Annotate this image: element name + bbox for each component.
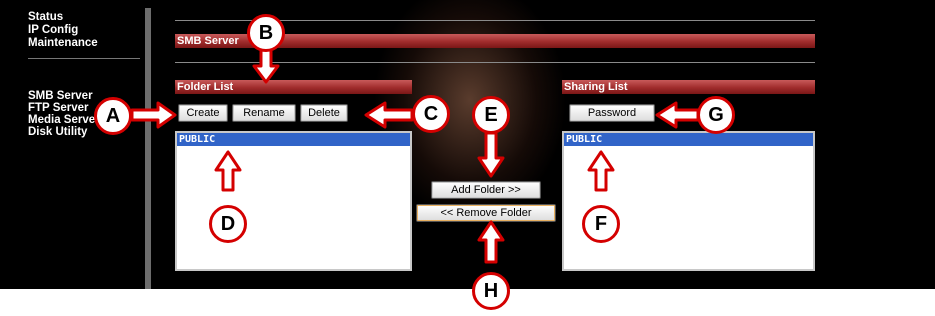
callout-e: E — [472, 96, 510, 134]
callout-g: G — [697, 96, 735, 134]
folder-list-header: Folder List — [175, 80, 412, 94]
section-divider — [175, 62, 815, 63]
left-nav: Status IP Config Maintenance SMB Server … — [0, 0, 146, 289]
nav-item-smb-server[interactable]: SMB Server — [28, 90, 93, 102]
rename-button[interactable]: Rename — [232, 104, 296, 122]
delete-button[interactable]: Delete — [300, 104, 348, 122]
callout-d: D — [209, 205, 247, 243]
folder-listbox[interactable]: PUBLIC — [175, 131, 412, 271]
nav-item-ip-config[interactable]: IP Config — [28, 24, 78, 36]
password-button[interactable]: Password — [569, 104, 655, 122]
sharing-listbox[interactable]: PUBLIC — [562, 131, 815, 271]
nav-item-disk-utility[interactable]: Disk Utility — [28, 126, 87, 138]
nas-admin-screen: Status IP Config Maintenance SMB Server … — [0, 0, 935, 289]
nav-separator-bar — [145, 8, 151, 289]
nav-item-status[interactable]: Status — [28, 11, 63, 23]
callout-a: A — [94, 97, 132, 135]
callout-f: F — [582, 205, 620, 243]
sharing-list-header: Sharing List — [562, 80, 815, 94]
folder-list-item-public[interactable]: PUBLIC — [177, 133, 410, 146]
callout-b: B — [247, 14, 285, 52]
nav-item-maintenance[interactable]: Maintenance — [28, 37, 98, 49]
callout-c: C — [412, 95, 450, 133]
add-folder-button[interactable]: Add Folder >> — [431, 181, 541, 199]
create-button[interactable]: Create — [178, 104, 228, 122]
callout-h: H — [472, 272, 510, 310]
sharing-list-item-public[interactable]: PUBLIC — [564, 133, 813, 146]
nav-item-ftp-server[interactable]: FTP Server — [28, 102, 89, 114]
remove-folder-button[interactable]: << Remove Folder — [416, 204, 556, 222]
nav-item-media-server[interactable]: Media Server — [28, 114, 100, 126]
nav-divider — [28, 58, 140, 59]
